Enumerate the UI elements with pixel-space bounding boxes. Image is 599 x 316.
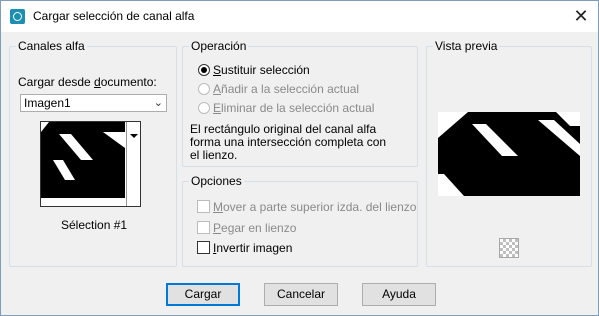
chevron-down-icon: ⌄: [153, 97, 163, 109]
group-label-operation: Operación: [189, 39, 249, 53]
channel-picker-button[interactable]: [126, 122, 140, 206]
radio-remove-from-selection-label[interactable]: Eliminar de la selección actual: [213, 101, 374, 115]
checkbox-move-top-left[interactable]: [197, 200, 210, 213]
document-select-value: Imagen1: [24, 96, 71, 110]
label-part: nvertir imagen: [216, 241, 293, 255]
label-mnemonic: P: [213, 221, 222, 235]
group-label-alpha-channels: Canales alfa: [16, 39, 87, 53]
checkbox-paste-on-canvas-label[interactable]: Pegar en lienzo: [213, 221, 296, 235]
radio-add-to-selection-label[interactable]: Añadir a la selección actual: [213, 82, 359, 96]
label-part: ustituir selección: [221, 63, 310, 77]
load-from-document-label: Cargar desde documento:: [18, 75, 157, 89]
group-label-options: Opciones: [189, 174, 244, 188]
preview-image: [438, 112, 580, 196]
label-part: over a parte superior izda. del lienzo: [223, 200, 417, 214]
label-mnemonic: S: [213, 63, 222, 77]
title-bar: Cargar selección de canal alfa ✕: [1, 1, 598, 32]
label-part: liminar de la selección actual: [221, 101, 375, 115]
checkerboard-icon[interactable]: [499, 238, 519, 258]
operation-description-line-3: el lienzo.: [190, 148, 238, 162]
operation-description-line-1: El rectángulo original del canal alfa: [190, 122, 377, 136]
label-mnemonic: d: [94, 75, 101, 89]
radio-replace-selection[interactable]: [198, 64, 210, 76]
radio-replace-selection-label[interactable]: Sustituir selección: [213, 63, 310, 77]
label-part: ñadir a la selección actual: [221, 82, 360, 96]
group-label-preview: Vista previa: [433, 39, 500, 53]
channel-thumbnail-image: [41, 122, 125, 206]
document-select[interactable]: Imagen1 ⌄: [20, 94, 167, 112]
checkbox-invert-image[interactable]: [197, 241, 210, 254]
label-part: Cargar desde: [18, 75, 95, 89]
channel-name-label: Sélection #1: [61, 218, 128, 232]
label-part: ocumento:: [100, 75, 157, 89]
checkbox-move-top-left-label[interactable]: Mover a parte superior izda. del lienzo: [213, 200, 416, 214]
load-button[interactable]: Cargar: [166, 283, 240, 306]
operation-description-line-2: forma una intersección completa con: [190, 135, 387, 149]
label-mnemonic: E: [213, 101, 222, 115]
close-button[interactable]: ✕: [568, 3, 594, 29]
radio-remove-from-selection[interactable]: [198, 102, 210, 114]
window-title: Cargar selección de canal alfa: [33, 9, 195, 23]
label-mnemonic: M: [213, 200, 223, 214]
dialog-window: Cargar selección de canal alfa ✕ Canales…: [0, 0, 599, 316]
help-button[interactable]: Ayuda: [362, 283, 436, 306]
radio-add-to-selection[interactable]: [198, 83, 210, 95]
preview-image-graphic: [438, 112, 580, 196]
app-icon: [10, 9, 25, 24]
label-part: egar en lienzo: [221, 221, 297, 235]
label-mnemonic: A: [213, 82, 222, 96]
cancel-button[interactable]: Cancelar: [264, 283, 338, 306]
checkbox-invert-image-label[interactable]: Invertir imagen: [213, 241, 292, 255]
checkbox-paste-on-canvas[interactable]: [197, 221, 210, 234]
